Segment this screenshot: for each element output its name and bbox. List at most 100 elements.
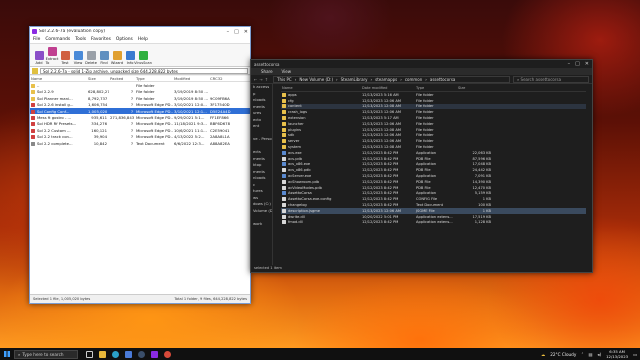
explorer-file-date: 12/13/2023 12:08 AM [362, 145, 401, 150]
delete-button[interactable]: Delete [85, 51, 97, 65]
up-folder-icon[interactable] [32, 67, 38, 74]
rar-file-row[interactable]: Sol 2.2.6 install g... 1,606,754? Microsof… [30, 102, 250, 108]
steam-icon[interactable] [138, 350, 145, 358]
col-packed[interactable]: Packed [109, 76, 135, 81]
clock[interactable]: 6:35 AM 12/13/2023 [606, 349, 628, 359]
rar-file-row[interactable]: Sol 2.2 complete... 10,842? Text Document 6… [30, 140, 250, 146]
test-button[interactable]: Test [59, 51, 71, 65]
rar-titlebar[interactable]: Sol 2.2.6-7a (evaluation copy) – □ ✕ [30, 27, 250, 36]
explorer-file-size: 22,063 KB [472, 150, 491, 155]
maximize-icon[interactable]: □ [234, 29, 239, 35]
close-icon[interactable]: ✕ [244, 29, 248, 35]
virusscan-button[interactable]: VirusScan [134, 51, 152, 65]
col-size[interactable]: Size [457, 86, 493, 90]
rar-file-list[interactable]: Name Size Packed Type Modified CRC32 .. F… [30, 76, 250, 294]
col-crc32[interactable]: CRC32 [209, 76, 239, 81]
explorer-file-row[interactable]: fmod.dll 12/12/2023 8:42 PM Application ex… [281, 220, 586, 226]
find-button[interactable]: Find [98, 51, 110, 65]
nav-pane-item[interactable]: Volume (D:) [251, 208, 272, 215]
explorer-file-date: 12/13/2023 5:17 AM [362, 116, 399, 121]
menu-favorites[interactable]: Favorites [91, 37, 111, 42]
maximize-icon[interactable]: □ [575, 61, 580, 67]
rar-file-modified: 10/6/2021 11:1... [174, 127, 207, 133]
folder-icon [282, 145, 286, 150]
col-date-modified[interactable]: Date modified [361, 86, 415, 90]
explorer-titlebar[interactable]: assettocorsa – □ ✕ [251, 60, 592, 68]
network-icon[interactable]: ▤ [588, 352, 592, 357]
rar-file-row[interactable]: Sol 2.2 track con... 39,904? Microsoft Edg… [30, 134, 250, 140]
col-modified[interactable]: Modified [173, 76, 209, 81]
add-button[interactable]: Add [33, 51, 45, 65]
store-icon[interactable] [125, 350, 132, 358]
col-name[interactable]: Name [281, 86, 361, 90]
col-size[interactable]: Size [87, 76, 109, 81]
nav-pane-item[interactable]: dows (C:) [251, 201, 272, 208]
archive-path[interactable]: Sol 2.2.6-7a - solid 1-Zip archive, unpa… [40, 67, 248, 74]
ribbon-tab-share[interactable]: Share [261, 69, 273, 74]
tray-chevron-icon[interactable]: ˄ [581, 352, 583, 357]
breadcrumb-assettocorsa[interactable]: assettocorsa [430, 77, 456, 82]
col-type[interactable]: Type [415, 86, 457, 90]
explorer-file-type: File folder [416, 98, 434, 103]
wizard-button[interactable]: Wizard [111, 51, 123, 65]
file-icon [282, 185, 286, 190]
breadcrumb-steamlibrary[interactable]: SteamLibrary [341, 77, 368, 82]
weather-text[interactable]: 22°C Cloudy [550, 352, 576, 357]
minimize-icon[interactable]: – [568, 61, 571, 67]
file-explorer-icon[interactable] [99, 350, 106, 358]
rar-file-crc: 9C09FB6A [210, 95, 230, 101]
edge-icon[interactable] [112, 350, 119, 358]
rar-file-packed: ? [130, 140, 133, 146]
weather-icon[interactable]: ☁ [541, 352, 545, 357]
breadcrumb-this-pc[interactable]: This PC [277, 77, 292, 82]
nav-pane-item[interactable]: work [251, 221, 272, 228]
menu-options[interactable]: Options [116, 37, 133, 42]
find-icon [99, 51, 109, 60]
close-icon[interactable]: ✕ [585, 61, 589, 67]
nav-pane-item[interactable]: ve - Personal [251, 136, 272, 143]
minimize-icon[interactable]: – [227, 29, 230, 35]
explorer-file-name: extension [281, 116, 361, 121]
rar-file-row[interactable]: Sol Config Conf... 1,005,020? Microsoft Ed… [30, 107, 250, 115]
explorer-file-name: crash_logs [281, 110, 361, 115]
winrar-window[interactable]: Sol 2.2.6-7a (evaluation copy) – □ ✕ Fil… [29, 26, 251, 304]
menu-file[interactable]: File [33, 37, 40, 42]
navigation-pane[interactable]: k access p nloads ments ures ectx ent ve - Pers… [251, 84, 273, 265]
search-input[interactable]: ⌕ Search assettocorsa [513, 75, 589, 83]
col-type[interactable]: Type [135, 76, 173, 81]
explorer-file-name: system [281, 145, 361, 150]
ribbon-tab-view[interactable]: View [282, 69, 292, 74]
notification-icon[interactable]: ▭ [633, 352, 637, 357]
chrome-icon[interactable] [164, 350, 171, 358]
breadcrumb-steamapps[interactable]: steamapps [375, 77, 397, 82]
rar-file-row[interactable]: Mess ft gostro - ... 935,611 271,836,843 Mi… [30, 114, 250, 121]
breadcrumb[interactable]: This PC › New Volume (D:) › SteamLibrary › … [273, 75, 510, 83]
nav-pane-item[interactable]: k access [251, 84, 272, 91]
wizard-icon [112, 51, 122, 60]
volume-icon[interactable]: ◂) [597, 352, 601, 357]
menu-commands[interactable]: Commands [45, 37, 70, 42]
rar-file-row[interactable]: Sol Planner mani... 8,792,737? File folder… [30, 95, 250, 101]
rar-file-crc: BBF6D678 [210, 121, 230, 127]
nav-arrows-icon[interactable]: ←→↑ [254, 77, 270, 82]
file-explorer-window[interactable]: assettocorsa – □ ✕ Share View ←→↑ This P… [250, 59, 593, 273]
breadcrumb-common[interactable]: common [405, 77, 422, 82]
breadcrumb-volume[interactable]: New Volume (D:) [299, 77, 333, 82]
col-name[interactable]: Name [30, 76, 87, 81]
view-button[interactable]: View [72, 51, 84, 65]
rar-file-row[interactable]: Sol HDR Rf Presets... 334,276? Microsoft E… [30, 121, 250, 127]
rar-toolbar: Add Extract To Test View Delete Find Wiz… [30, 44, 250, 67]
start-button[interactable] [0, 348, 14, 360]
task-view-icon[interactable] [86, 350, 93, 358]
menu-help[interactable]: Help [138, 37, 148, 42]
rar-file-row[interactable]: Sol 2.2 Custom ... 160,121? Microsoft Edge… [30, 127, 250, 133]
explorer-file-list[interactable]: Name Date modified Type Size apps 12/13/2… [281, 84, 586, 265]
taskbar-search[interactable]: ⌕ Type here to search [14, 349, 78, 359]
winrar-icon[interactable] [151, 350, 158, 358]
menu-tools[interactable]: Tools [75, 37, 86, 42]
extract-to-button[interactable]: Extract To [46, 47, 58, 65]
folder-icon [282, 104, 286, 109]
folder-icon [282, 139, 286, 144]
explorer-file-date: 12/13/2023 12:06 AM [362, 121, 401, 126]
explorer-file-size: 17,048 KB [472, 162, 491, 167]
